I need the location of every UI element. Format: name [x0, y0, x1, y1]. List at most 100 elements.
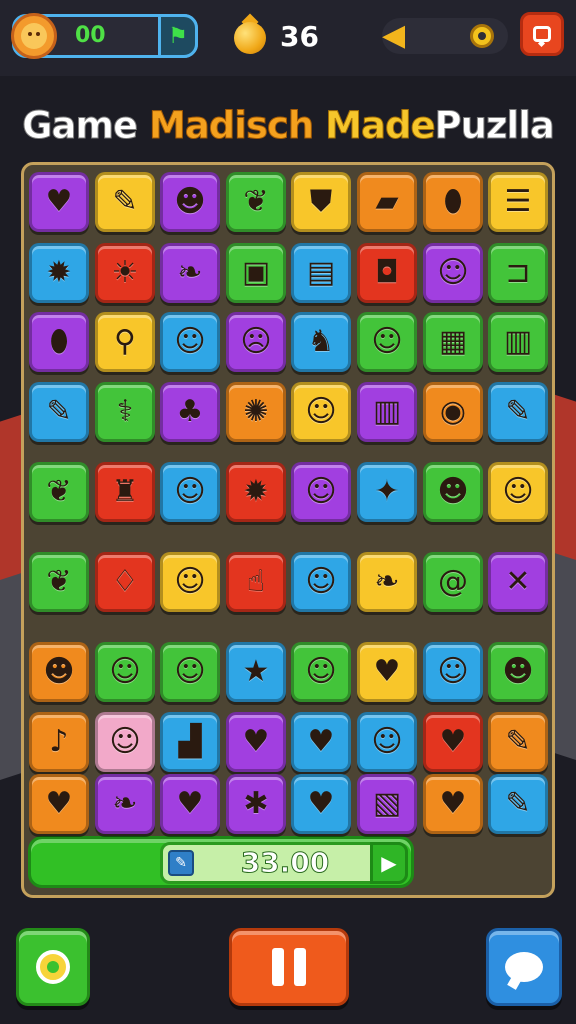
leaf-icon: ❦: [46, 474, 72, 509]
tile-leaf-icon[interactable]: ❦: [29, 552, 89, 612]
tile-girl-icon[interactable]: ☺: [160, 642, 220, 702]
tile-elf-icon[interactable]: ☻: [423, 462, 483, 522]
tile-blob-icon[interactable]: ☻: [160, 172, 220, 232]
tile-heart-icon[interactable]: ♥: [423, 774, 483, 834]
tile-pig-icon[interactable]: ☺: [95, 712, 155, 772]
tile-heart-icon[interactable]: ♥: [226, 712, 286, 772]
tile-brush-icon[interactable]: ✦: [357, 462, 417, 522]
balloon-icon: ⬮: [49, 324, 69, 359]
tile-pencil-icon[interactable]: ✎: [29, 382, 89, 442]
pause-button[interactable]: [229, 928, 349, 1006]
tile-heart-icon[interactable]: ♥: [291, 712, 351, 772]
tile-bottle-icon[interactable]: ♜: [95, 462, 155, 522]
tile-lollipop-icon[interactable]: ⚲: [95, 312, 155, 372]
tile-heart-icon[interactable]: ♥: [291, 774, 351, 834]
tile-smiley-icon[interactable]: ☺: [423, 243, 483, 303]
tile-pencil-icon[interactable]: ✎: [488, 382, 548, 442]
tile-board-icon[interactable]: ▦: [423, 312, 483, 372]
tile-leaf-icon[interactable]: ❧: [95, 774, 155, 834]
tile-character-icon[interactable]: ☺: [291, 552, 351, 612]
fox-icon: ☺: [174, 564, 206, 599]
tile-leaf-icon[interactable]: ❧: [357, 552, 417, 612]
tile-heart-icon[interactable]: ♥: [29, 774, 89, 834]
tile-character-icon[interactable]: ☺: [291, 462, 351, 522]
tile-face-icon[interactable]: ☺: [95, 642, 155, 702]
blob-icon: ☻: [174, 184, 206, 219]
panel-icon: ▥: [503, 324, 533, 359]
tile-monster-icon[interactable]: ☻: [488, 642, 548, 702]
tile-goblin-icon[interactable]: ☺: [291, 642, 351, 702]
tile-leaf-icon[interactable]: ❧: [160, 243, 220, 303]
tile-branch-icon[interactable]: ⚕: [95, 382, 155, 442]
pink-ball-icon: ☺: [502, 474, 534, 509]
tile-critter-icon[interactable]: ☺: [357, 312, 417, 372]
hint-panel[interactable]: ◀: [382, 18, 508, 54]
tile-eraser-icon[interactable]: ▰: [357, 172, 417, 232]
leaf-icon: ❧: [374, 564, 400, 599]
heart-icon: ♥: [176, 786, 204, 821]
character-icon: ☺: [305, 474, 337, 509]
tile-hand-icon[interactable]: ☝: [226, 552, 286, 612]
tile-donut-icon[interactable]: ◉: [423, 382, 483, 442]
tile-pink-ball-icon[interactable]: ☺: [488, 462, 548, 522]
tile-tablet-icon[interactable]: ▤: [291, 243, 351, 303]
brush-icon: ✎: [505, 724, 531, 759]
tile-dice-icon[interactable]: ♢: [95, 552, 155, 612]
tile-box-icon[interactable]: ▧: [357, 774, 417, 834]
menu-button[interactable]: [520, 12, 564, 56]
tile-sun-face-icon[interactable]: ✹: [226, 462, 286, 522]
tile-pony-icon[interactable]: ♞: [291, 312, 351, 372]
tile-leaf-icon[interactable]: ❦: [226, 172, 286, 232]
chat-button[interactable]: [486, 928, 562, 1006]
flag-button[interactable]: ⚑: [158, 14, 198, 58]
tile-heart-icon[interactable]: ♥: [29, 172, 89, 232]
tile-chart-icon[interactable]: ▟: [160, 712, 220, 772]
tile-smiley-icon[interactable]: ☺: [160, 312, 220, 372]
settings-button[interactable]: [16, 928, 90, 1006]
tile-smiley-icon[interactable]: ☺: [291, 382, 351, 442]
tile-sun-icon[interactable]: ✹: [29, 243, 89, 303]
gear-icon: [36, 950, 70, 984]
tile-marker-icon[interactable]: ✎: [488, 774, 548, 834]
tile-notepad-icon[interactable]: ☰: [488, 172, 548, 232]
character-face-icon[interactable]: [11, 13, 57, 59]
tile-character-icon[interactable]: ☺: [160, 462, 220, 522]
tile-panel-icon[interactable]: ▥: [488, 312, 548, 372]
tile-bag-icon[interactable]: ♥: [357, 642, 417, 702]
character-icon: ☺: [174, 474, 206, 509]
play-icon: ▶: [381, 851, 397, 875]
tile-bell-icon[interactable]: ♪: [29, 712, 89, 772]
tile-cross-icon[interactable]: ✕: [488, 552, 548, 612]
coin-value: 36: [280, 20, 319, 53]
hedgehog-icon: ☺: [371, 724, 403, 759]
tile-brush-icon[interactable]: ✎: [488, 712, 548, 772]
tile-toothpaste-icon[interactable]: ✎: [95, 172, 155, 232]
tile-fox-icon[interactable]: ☺: [160, 552, 220, 612]
tile-scroll-icon[interactable]: ◘: [357, 243, 417, 303]
tile-leaf-icon[interactable]: ❦: [29, 462, 89, 522]
tile-cookie-icon[interactable]: ✱: [226, 774, 286, 834]
tile-gear-sun-icon[interactable]: ✺: [226, 382, 286, 442]
tile-bear-icon[interactable]: ☺: [423, 642, 483, 702]
score-panel: 00 ⚑: [11, 13, 198, 59]
tile-shield-icon[interactable]: ⛊: [291, 172, 351, 232]
cookie-icon: ✱: [243, 786, 269, 821]
tile-balloon-icon[interactable]: ⬮: [423, 172, 483, 232]
tile-hedgehog-icon[interactable]: ☺: [357, 712, 417, 772]
tile-clover-icon[interactable]: ♣: [160, 382, 220, 442]
critter-icon: ☺: [371, 324, 403, 359]
tile-balloon-icon[interactable]: ⬮: [29, 312, 89, 372]
tile-blob-icon[interactable]: ☻: [29, 642, 89, 702]
play-button[interactable]: ▶: [370, 842, 408, 884]
tile-spiral-icon[interactable]: @: [423, 552, 483, 612]
tile-sun-icon[interactable]: ☀: [95, 243, 155, 303]
spiral-icon: @: [438, 564, 468, 599]
tile-glove-icon[interactable]: ♥: [423, 712, 483, 772]
tile-picture-icon[interactable]: ▣: [226, 243, 286, 303]
tile-cat-face-icon[interactable]: ☹: [226, 312, 286, 372]
tile-heart-icon[interactable]: ♥: [160, 774, 220, 834]
tile-backpack-icon[interactable]: ▥: [357, 382, 417, 442]
tile-star-icon[interactable]: ★: [226, 642, 286, 702]
brush-icon: ✦: [374, 474, 400, 509]
tile-wall-icon[interactable]: ⊐: [488, 243, 548, 303]
